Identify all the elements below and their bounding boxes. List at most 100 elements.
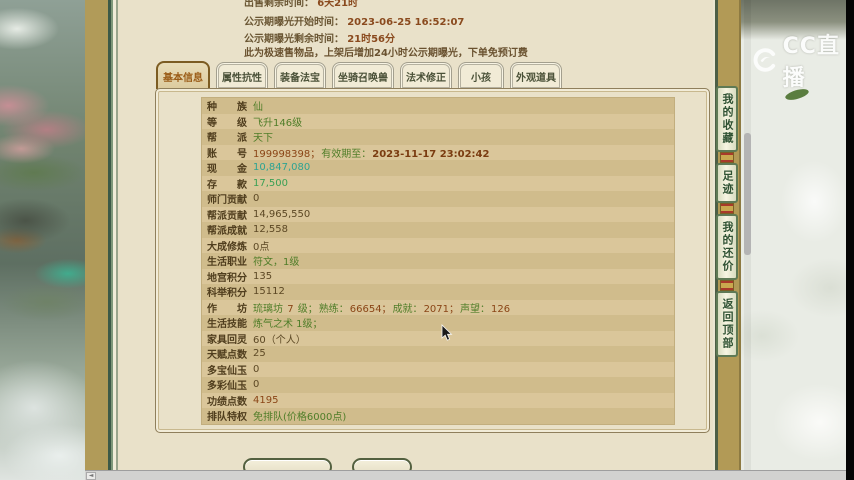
side-toolbar: 我的收藏足迹我的还价返回顶部 xyxy=(713,0,741,470)
value-part: 14,965,550 xyxy=(253,208,311,220)
row-label: 排队特权 xyxy=(207,412,247,424)
tab-label: 坐骑召唤兽 xyxy=(338,72,388,84)
bottom-button-2[interactable] xyxy=(352,458,412,470)
row-label: 功绩点数 xyxy=(207,396,247,408)
table-row: 帮派 天下 xyxy=(202,129,674,145)
value-part: 25 xyxy=(253,348,266,360)
tab-4[interactable]: 坐骑召唤兽 xyxy=(332,62,394,89)
value-part: 126 xyxy=(491,303,511,315)
game-artwork-background xyxy=(0,0,85,480)
row-value: 免排队(价格6000点) xyxy=(253,408,347,423)
cc-live-watermark: CC直播 xyxy=(752,28,854,92)
value-part: 7 xyxy=(287,303,294,315)
side-button-my-counteroffer[interactable]: 我的还价 xyxy=(716,214,738,280)
row-value: 0 xyxy=(253,193,260,204)
scroll-border-left xyxy=(85,0,120,480)
horizontal-scrollbar[interactable]: ◄ xyxy=(85,470,846,480)
value-part: 17,500 xyxy=(253,177,288,189)
row-label: 生活技能 xyxy=(207,319,247,331)
table-row: 现金 10,847,080 xyxy=(202,160,674,176)
row-value: 15112 xyxy=(253,286,286,297)
table-row: 排队特权 免排队(价格6000点) xyxy=(202,408,674,424)
letterbox-right xyxy=(846,0,854,480)
vertical-scrollbar-thumb[interactable] xyxy=(744,133,751,255)
value-part: 0 xyxy=(253,193,260,205)
tab-2[interactable]: 属性抗性 xyxy=(216,62,268,89)
row-value: 14,965,550 xyxy=(253,209,311,220)
row-label: 存款 xyxy=(207,179,247,191)
table-row: 师门贡献 0 xyxy=(202,191,674,207)
table-row: 存款 17,500 xyxy=(202,175,674,191)
row-label: 账号 xyxy=(207,148,247,160)
side-button-back-to-top[interactable]: 返回顶部 xyxy=(716,291,738,357)
table-row: 账号 199998398；有效期至：2023-11-17 23:02:42 xyxy=(202,144,674,160)
value-part: 炼气之术 1级； xyxy=(253,319,323,331)
row-value: 0 xyxy=(253,364,260,375)
value-part: 135 xyxy=(253,270,273,282)
value-part: 0点 xyxy=(253,241,270,253)
tab-label: 属性抗性 xyxy=(222,72,262,84)
side-button-my-collection[interactable]: 我的收藏 xyxy=(716,86,738,152)
row-value: 天下 xyxy=(253,129,274,144)
value-part: 2023-11-17 23:02:42 xyxy=(372,148,490,160)
side-button-connector xyxy=(720,152,734,163)
tab-bar: 基本信息 属性抗性 装备法宝 坐骑召唤兽 法术修正 小孩 外观道具 xyxy=(156,61,562,89)
row-label: 地宫积分 xyxy=(207,272,247,284)
value-part: 声望： xyxy=(460,303,491,315)
value-part: 66654； xyxy=(349,303,392,315)
value-part: 飞升146级 xyxy=(253,117,303,129)
side-button-connector xyxy=(720,280,734,291)
cc-live-brand-text: CC直播 xyxy=(782,34,840,91)
row-value: 仙 xyxy=(253,98,264,113)
value-part: 12,558 xyxy=(253,224,288,236)
table-row: 帮派贡献 14,965,550 xyxy=(202,206,674,222)
value-part: 成就： xyxy=(392,303,423,315)
row-value: 60（个人） xyxy=(253,331,307,346)
mouse-cursor-icon xyxy=(441,324,453,341)
screen: 出售剩余时间： 6天21时 公示期曝光开始时间： 2023-06-25 16:5… xyxy=(0,0,854,480)
expose-start-line: 公示期曝光开始时间： 2023-06-25 16:52:07 xyxy=(244,13,464,28)
tab-3[interactable]: 装备法宝 xyxy=(274,62,326,89)
row-value: 199998398；有效期至：2023-11-17 23:02:42 xyxy=(253,145,490,160)
table-row: 天赋点数 25 xyxy=(202,346,674,362)
row-value: 琉璃坊 7 级；熟练：66654；成就：2071；声望：126 xyxy=(253,300,511,315)
table-row: 功绩点数 4195 xyxy=(202,392,674,408)
side-button-connector xyxy=(720,203,734,214)
row-value: 4195 xyxy=(253,395,279,406)
side-button-footprints[interactable]: 足迹 xyxy=(716,163,738,203)
value-part: 符文，1级 xyxy=(253,257,300,269)
table-row: 生活技能 炼气之术 1级； xyxy=(202,315,674,331)
value-part: 60（个人） xyxy=(253,334,306,346)
row-label: 现金 xyxy=(207,164,247,176)
tab-label: 法术修正 xyxy=(406,72,446,84)
value-part: 级； xyxy=(294,303,318,315)
tab-1[interactable]: 基本信息 xyxy=(156,61,210,89)
basic-info-panel: 种族仙等级 飞升146级 帮派 天下账号 199998398；有效期至：2023-11-… xyxy=(155,88,710,433)
table-row: 帮派成就 12,558 xyxy=(202,222,674,238)
tab-7[interactable]: 外观道具 xyxy=(510,62,562,89)
expose-start-label: 公示期曝光开始时间： xyxy=(244,17,344,28)
table-row: 地宫积分 135 xyxy=(202,268,674,284)
row-label: 多彩仙玉 xyxy=(207,381,247,393)
row-label: 种族 xyxy=(207,102,247,114)
value-part: 熟练： xyxy=(318,303,349,315)
value-part: 琉璃坊 xyxy=(253,303,287,315)
row-label: 等级 xyxy=(207,117,247,129)
value-part: 仙 xyxy=(253,102,263,114)
tab-5[interactable]: 法术修正 xyxy=(400,62,452,89)
row-label: 多宝仙玉 xyxy=(207,365,247,377)
row-label: 生活职业 xyxy=(207,257,247,269)
tab-label: 小孩 xyxy=(471,72,491,84)
bottom-button-1[interactable] xyxy=(243,458,332,470)
info-table: 种族仙等级 飞升146级 帮派 天下账号 199998398；有效期至：2023-11-… xyxy=(201,97,675,425)
scroll-left-arrow-icon[interactable]: ◄ xyxy=(86,472,96,480)
table-row: 家具回灵 60（个人） xyxy=(202,330,674,346)
table-row: 大成修炼 0点 xyxy=(202,237,674,253)
row-label: 大成修炼 xyxy=(207,241,247,253)
row-value: 飞升146级 xyxy=(253,114,303,129)
value-part: 199998398； xyxy=(253,148,321,160)
row-label: 科举积分 xyxy=(207,288,247,300)
tab-6[interactable]: 小孩 xyxy=(458,62,504,89)
table-row: 科举积分 15112 xyxy=(202,284,674,300)
value-part: 免排队(价格6000点) xyxy=(253,412,347,424)
